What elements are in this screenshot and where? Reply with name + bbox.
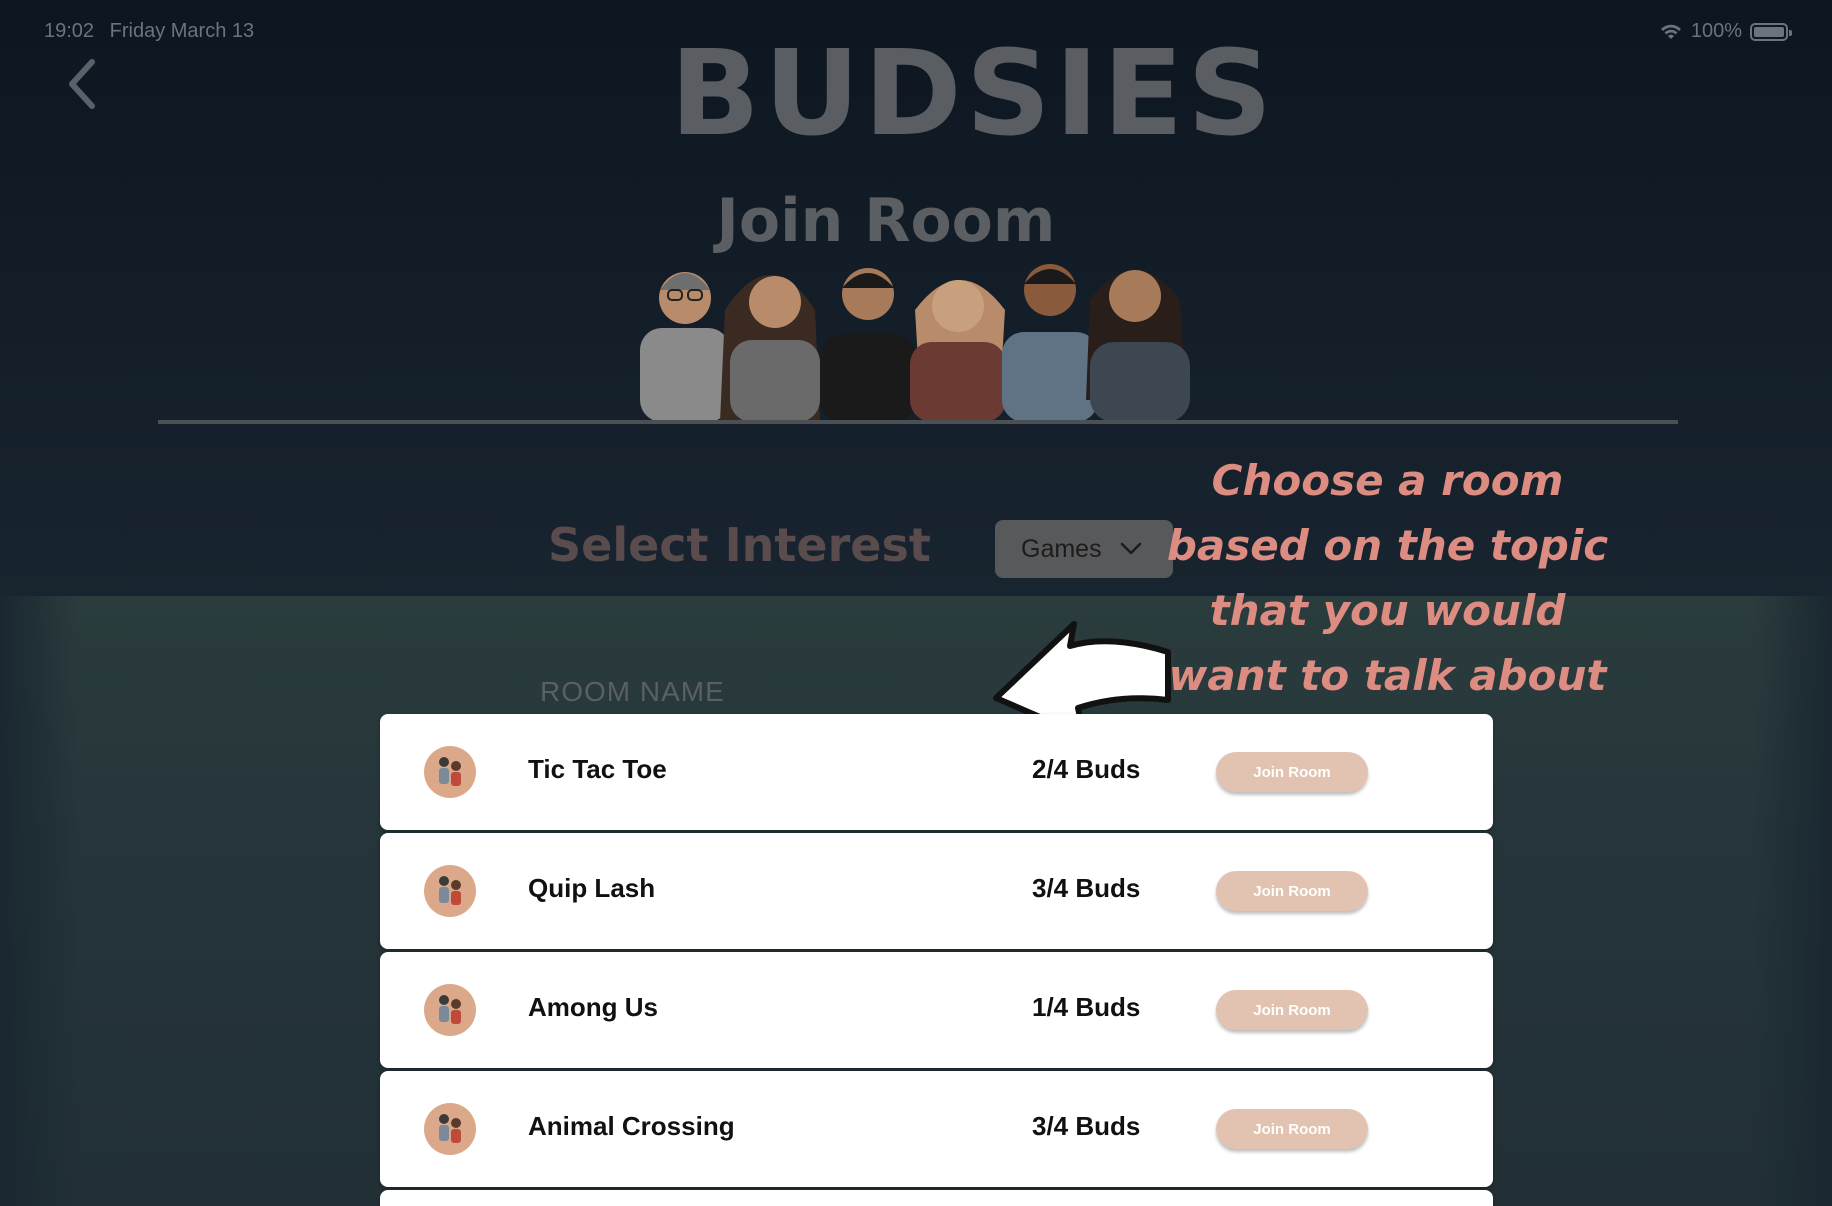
join-room-button[interactable]: Join Room — [1216, 871, 1368, 911]
room-row-partial[interactable] — [380, 1190, 1493, 1206]
room-name: Quip Lash — [528, 873, 656, 903]
column-header-room-name: ROOM NAME — [540, 676, 725, 707]
room-avatar — [424, 984, 476, 1036]
status-date: Friday March 13 — [109, 20, 255, 42]
room-name: Animal Crossing — [528, 1111, 735, 1141]
header-divider — [158, 420, 1678, 424]
room-name: Among Us — [528, 992, 658, 1022]
buddies-icon — [439, 757, 461, 786]
chevron-down-icon — [1120, 542, 1141, 555]
person-figure — [820, 268, 916, 422]
tutorial-callout: Choose a room based on the topic that yo… — [1166, 456, 1609, 700]
budsies-logo: BUDSIES — [670, 24, 1277, 162]
back-button[interactable] — [62, 56, 106, 112]
page-title: Join Room — [716, 186, 1056, 256]
background-wall-right — [1752, 596, 1832, 1206]
room-row[interactable]: Animal Crossing 3/4 Buds Join Room — [380, 1071, 1493, 1187]
buddies-icon — [439, 1114, 461, 1143]
join-room-button[interactable]: Join Room — [1216, 1109, 1368, 1149]
chevron-left-icon — [69, 59, 95, 109]
status-bar-right: 100% — [1659, 20, 1792, 43]
room-row[interactable]: Tic Tac Toe 2/4 Buds Join Room — [380, 714, 1493, 830]
status-bar-left: 19:02 Friday March 13 — [44, 20, 254, 43]
battery-percent: 100% — [1690, 20, 1742, 42]
room-member-count: 1/4 Buds — [1032, 992, 1141, 1022]
battery-icon — [1750, 22, 1792, 41]
room-member-count: 3/4 Buds — [1032, 1111, 1141, 1141]
room-row[interactable]: Quip Lash 3/4 Buds Join Room — [380, 833, 1493, 949]
person-figure — [1086, 270, 1190, 422]
join-room-button[interactable]: Join Room — [1216, 752, 1368, 792]
room-row[interactable]: Among Us 1/4 Buds Join Room — [380, 952, 1493, 1068]
interest-selected-value: Games — [1021, 534, 1102, 563]
buddies-icon — [439, 876, 461, 905]
room-member-count: 2/4 Buds — [1032, 754, 1141, 784]
background-wall-left — [0, 596, 80, 1206]
person-figure — [910, 280, 1006, 422]
room-name: Tic Tac Toe — [528, 754, 667, 784]
interest-dropdown[interactable]: Games — [995, 520, 1173, 578]
buddies-icon — [439, 995, 461, 1024]
person-figure — [640, 272, 730, 422]
room-avatar — [424, 865, 476, 917]
person-figure — [720, 275, 820, 422]
people-illustration — [640, 264, 1190, 422]
status-time: 19:02 — [44, 20, 95, 42]
room-avatar — [424, 746, 476, 798]
room-member-count: 3/4 Buds — [1032, 873, 1141, 903]
join-room-button[interactable]: Join Room — [1216, 990, 1368, 1030]
wifi-icon — [1660, 24, 1681, 39]
room-avatar — [424, 1103, 476, 1155]
person-figure — [1002, 264, 1098, 422]
interest-label: Select Interest — [548, 518, 931, 572]
